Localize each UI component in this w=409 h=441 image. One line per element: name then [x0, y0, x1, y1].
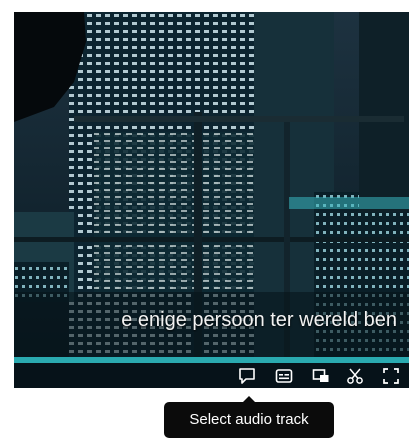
subtitles-button[interactable]: [273, 365, 295, 387]
scissors-icon: [347, 368, 363, 384]
picture-in-picture-button[interactable]: [310, 365, 332, 387]
video-player[interactable]: e enige persoon ter wereld ben: [14, 12, 409, 388]
video-frame: [14, 12, 409, 358]
clip-button[interactable]: [344, 365, 366, 387]
audio-track-tooltip: Select audio track: [164, 396, 334, 438]
speech-bubble-icon: [239, 368, 255, 384]
fullscreen-button[interactable]: [380, 365, 402, 387]
fullscreen-icon: [383, 368, 399, 384]
audio-track-button[interactable]: [236, 365, 258, 387]
captions-icon: [275, 369, 293, 383]
subtitle-text: e enige persoon ter wereld ben: [121, 309, 397, 331]
control-bar: [14, 363, 409, 388]
picture-in-picture-icon: [312, 369, 329, 382]
